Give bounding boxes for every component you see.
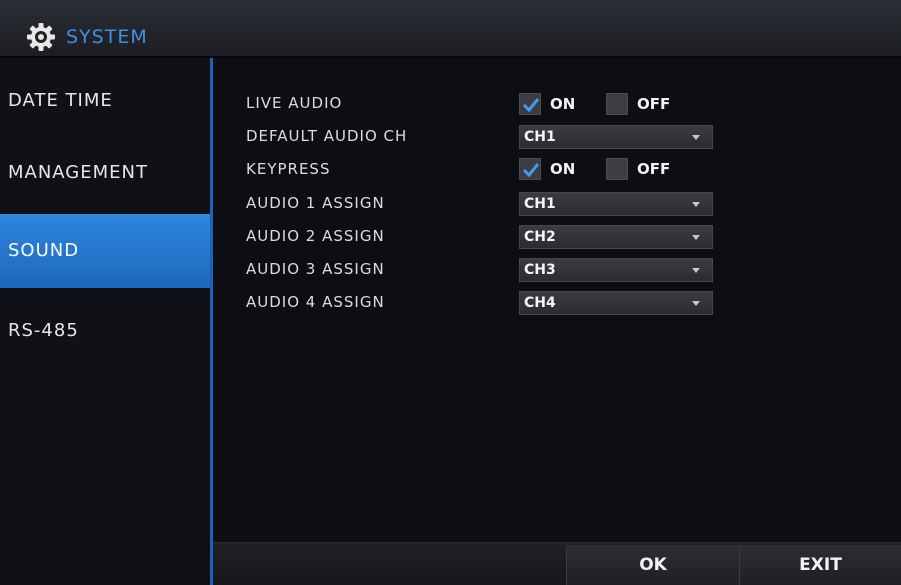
audio-2-assign-select[interactable]: CH2 [519,225,713,249]
audio-1-assign-select[interactable]: CH1 [519,192,713,216]
sidebar: DATE TIME MANAGEMENT SOUND RS-485 [0,58,210,585]
select-value: CH1 [524,129,556,145]
live-audio-label: LIVE AUDIO [246,94,343,112]
chevron-down-icon [682,193,712,215]
window-title: SYSTEM [66,26,148,48]
sidebar-item-management[interactable]: MANAGEMENT [0,136,210,210]
live-audio-off-label: OFF [637,95,671,113]
audio-1-assign-label: AUDIO 1 ASSIGN [246,194,385,212]
chevron-down-icon [682,226,712,248]
chevron-down-icon [682,292,712,314]
ok-button[interactable]: OK [566,545,739,585]
audio-4-assign-select[interactable]: CH4 [519,291,713,315]
sidebar-item-label: SOUND [8,240,80,261]
audio-4-assign-label: AUDIO 4 ASSIGN [246,293,385,311]
audio-2-assign-label: AUDIO 2 ASSIGN [246,227,385,245]
keypress-on-label: ON [550,160,576,178]
keypress-off-label: OFF [637,160,671,178]
default-audio-ch-label: DEFAULT AUDIO CH [246,127,408,145]
exit-button[interactable]: EXIT [739,545,901,585]
live-audio-off-checkbox[interactable] [606,93,628,115]
chevron-down-icon [682,126,712,148]
select-value: CH3 [524,262,556,278]
checkmark-icon [522,98,540,113]
sidebar-item-label: DATE TIME [8,90,113,111]
chevron-down-icon [682,259,712,281]
sidebar-item-label: MANAGEMENT [8,162,148,183]
sidebar-item-label: RS-485 [8,320,79,341]
audio-3-assign-select[interactable]: CH3 [519,258,713,282]
sidebar-item-date-time[interactable]: DATE TIME [0,58,210,132]
gear-icon [27,23,55,51]
default-audio-ch-select[interactable]: CH1 [519,125,713,149]
keypress-label: KEYPRESS [246,160,331,178]
live-audio-on-label: ON [550,95,576,113]
keypress-off-checkbox[interactable] [606,158,628,180]
select-value: CH4 [524,295,556,311]
title-bar: SYSTEM [0,0,901,58]
sidebar-item-sound[interactable]: SOUND [0,214,210,288]
sidebar-item-rs-485[interactable]: RS-485 [0,304,210,378]
select-value: CH2 [524,229,556,245]
select-value: CH1 [524,196,556,212]
live-audio-on-checkbox[interactable] [519,93,541,115]
audio-3-assign-label: AUDIO 3 ASSIGN [246,260,385,278]
keypress-on-checkbox[interactable] [519,158,541,180]
checkmark-icon [522,163,540,178]
